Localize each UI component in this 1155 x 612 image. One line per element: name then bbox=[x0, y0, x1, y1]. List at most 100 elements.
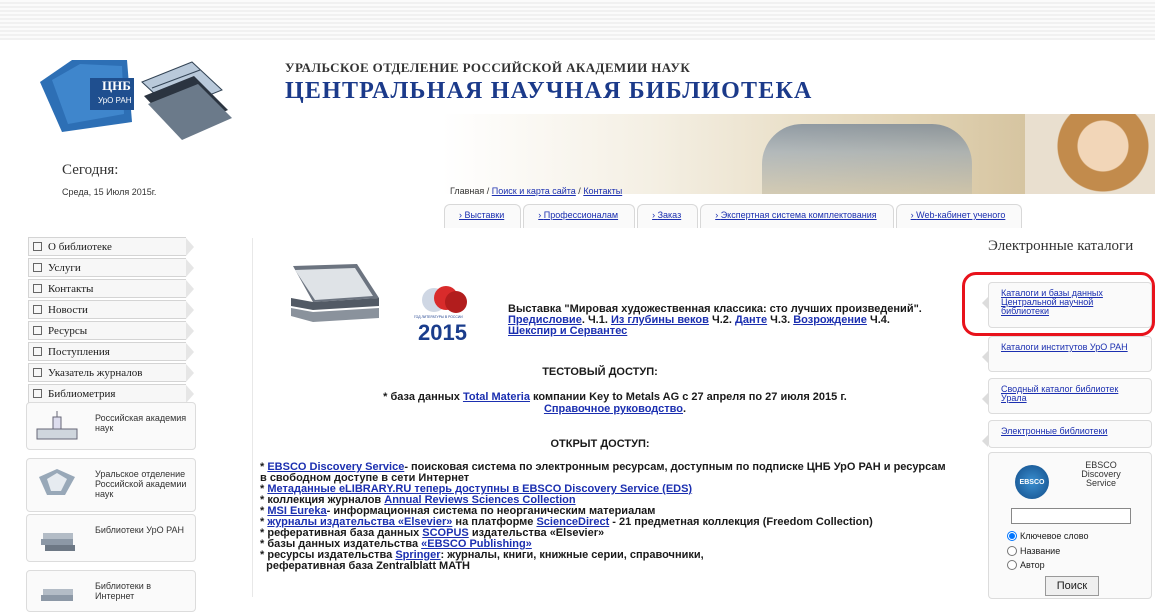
link-label: Электронные библиотеки bbox=[1001, 426, 1108, 436]
bullet-icon bbox=[33, 389, 42, 398]
open-access-title: ОТКРЫТ ДОСТУП: bbox=[550, 438, 650, 450]
link-label: Каталоги институтов УрО РАН bbox=[1001, 342, 1128, 352]
bullet-icon bbox=[33, 326, 42, 335]
year-of-literature-logo[interactable]: ГОД ЛИТЕРАТУРЫ В РОССИИ 2015 bbox=[412, 282, 474, 345]
partner-uro-ras-link[interactable]: Уральское отделение Российской академии … bbox=[26, 458, 196, 512]
tab-label: Экспертная система комплектования bbox=[720, 210, 877, 220]
title-radio[interactable] bbox=[1007, 546, 1017, 556]
tab-order[interactable]: › Заказ bbox=[637, 204, 699, 228]
partner-internet-libraries-link[interactable]: Библиотеки в Интернет bbox=[26, 570, 196, 612]
left-nav: О библиотеке Услуги Контакты Новости Рес… bbox=[28, 237, 194, 405]
today-date: Среда, 15 Июля 2015г. bbox=[62, 187, 157, 197]
nav-label: Новости bbox=[48, 303, 88, 316]
list-item: реферативная база Zentralblatt MATH bbox=[260, 561, 950, 572]
nav-item-about[interactable]: О библиотеке bbox=[28, 237, 194, 256]
test-access-post: компании Key to Metals AG с 27 апреля по… bbox=[533, 391, 847, 403]
test-access-pre: * база данных bbox=[383, 391, 460, 403]
partner-uro-libraries-link[interactable]: Библиотеки УрО РАН bbox=[26, 514, 196, 562]
partner-label: Библиотеки УрО РАН bbox=[95, 525, 184, 535]
site-logo[interactable]: ЦНБ УрО РАН bbox=[32, 52, 252, 144]
exhibition-books-icon bbox=[291, 264, 379, 322]
keyword-radio[interactable] bbox=[1007, 531, 1017, 541]
institutes-catalogs-link[interactable]: Каталоги институтов УрО РАН bbox=[982, 336, 1152, 372]
part2-link[interactable]: Данте bbox=[735, 314, 767, 326]
nav-item-contacts[interactable]: Контакты bbox=[28, 279, 194, 298]
reader-image bbox=[1025, 114, 1155, 194]
part-prefix: Ч.2. bbox=[711, 314, 732, 326]
author-radio[interactable] bbox=[1007, 560, 1017, 570]
nav-label: Библиометрия bbox=[48, 387, 116, 400]
nav-item-news[interactable]: Новости bbox=[28, 300, 194, 319]
guide-link[interactable]: Справочное руководство bbox=[544, 403, 683, 415]
top-nav: › Выставки › Профессионалам › Заказ › Эк… bbox=[444, 204, 1144, 228]
bullet-icon bbox=[33, 347, 42, 356]
ebsco-search-widget: EBSCO EBSCO Discovery Service Ключевое с… bbox=[988, 452, 1152, 599]
library-name: ЦЕНТРАЛЬНАЯ НАУЧНАЯ БИБЛИОТЕКА bbox=[285, 78, 813, 104]
books-icon bbox=[41, 589, 73, 601]
total-materia-link[interactable]: Total Materia bbox=[463, 391, 530, 403]
academy-building-icon bbox=[36, 411, 78, 440]
option-keyword[interactable]: Ключевое слово bbox=[1007, 531, 1088, 541]
electronic-catalogs-heading: Электронные каталоги bbox=[988, 238, 1134, 254]
option-title[interactable]: Название bbox=[1007, 546, 1060, 556]
nav-label: Указатель журналов bbox=[48, 366, 143, 379]
tab-web-cabinet[interactable]: › Web-кабинет ученого bbox=[895, 204, 1023, 228]
svg-text:ЦНБ: ЦНБ bbox=[102, 78, 131, 93]
tab-label: Web-кабинет ученого bbox=[916, 210, 1006, 220]
nav-item-arrivals[interactable]: Поступления bbox=[28, 342, 194, 361]
svg-text:ГОД ЛИТЕРАТУРЫ В РОССИИ: ГОД ЛИТЕРАТУРЫ В РОССИИ bbox=[414, 315, 463, 319]
part4-link[interactable]: Шекспир и Сервантес bbox=[508, 325, 627, 337]
exhibition-announcement: Выставка "Мировая художественная классик… bbox=[508, 303, 922, 337]
tab-label: Профессионалам bbox=[543, 210, 619, 220]
top-band bbox=[0, 0, 1155, 40]
option-label: Ключевое слово bbox=[1020, 531, 1089, 541]
nav-item-bibliometrics[interactable]: Библиометрия bbox=[28, 384, 194, 403]
nav-item-services[interactable]: Услуги bbox=[28, 258, 194, 277]
open-access-list: * EBSCO Discovery Service- поисковая сис… bbox=[260, 462, 950, 572]
list-text: : журналы, книги, книжные серии, справоч… bbox=[440, 549, 704, 561]
nav-label: Ресурсы bbox=[48, 324, 88, 337]
partner-ras-link[interactable]: Российская академия наук bbox=[26, 402, 196, 450]
part3-link[interactable]: Возрождение bbox=[793, 314, 867, 326]
breadcrumb-contacts-link[interactable]: Контакты bbox=[583, 186, 622, 196]
ebsco-logo: EBSCO bbox=[1015, 465, 1049, 499]
bullet-icon bbox=[33, 242, 42, 251]
books-icon bbox=[41, 533, 75, 551]
nav-item-resources[interactable]: Ресурсы bbox=[28, 321, 194, 340]
test-access-title: ТЕСТОВЫЙ ДОСТУП: bbox=[542, 366, 658, 378]
tab-professionals[interactable]: › Профессионалам bbox=[523, 204, 636, 228]
link-label: Сводный каталог библиотек Урала bbox=[1001, 384, 1119, 403]
svg-text:УрО РАН: УрО РАН bbox=[98, 96, 132, 105]
highlight-ring bbox=[962, 272, 1155, 336]
tab-exhibitions[interactable]: › Выставки bbox=[444, 204, 522, 228]
ebsco-search-input[interactable] bbox=[1011, 508, 1131, 524]
part-prefix: Ч.4. bbox=[869, 314, 890, 326]
electronic-libraries-link[interactable]: Электронные библиотеки bbox=[982, 420, 1152, 448]
right-column: Электронные каталоги bbox=[988, 238, 1150, 255]
ural-union-catalog-link[interactable]: Сводный каталог библиотек Урала bbox=[982, 378, 1152, 414]
ebsco-title: EBSCO Discovery Service bbox=[1081, 460, 1121, 488]
search-button[interactable]: Поиск bbox=[1045, 576, 1099, 596]
svg-text:2015: 2015 bbox=[418, 320, 467, 344]
uro-ras-logo-icon bbox=[39, 469, 75, 495]
option-author[interactable]: Автор bbox=[1007, 560, 1045, 570]
nav-label: О библиотеке bbox=[48, 240, 112, 253]
breadcrumb-search-link[interactable]: Поиск и карта сайта bbox=[492, 186, 576, 196]
list-item: * EBSCO Discovery Service- поисковая сис… bbox=[260, 461, 946, 484]
today-label: Сегодня: bbox=[62, 162, 119, 178]
breadcrumb: Главная / Поиск и карта сайта / Контакты bbox=[450, 186, 622, 196]
nav-item-journals-index[interactable]: Указатель журналов bbox=[28, 363, 194, 382]
nav-label: Услуги bbox=[48, 261, 81, 274]
list-text: реферативная база Zentralblatt MATH bbox=[266, 560, 470, 572]
org-name: УРАЛЬСКОЕ ОТДЕЛЕНИЕ РОССИЙСКОЙ АКАДЕМИИ … bbox=[285, 60, 691, 75]
header-banner-image bbox=[442, 114, 1155, 194]
breadcrumb-home[interactable]: Главная bbox=[450, 186, 484, 196]
option-label: Название bbox=[1020, 546, 1061, 556]
list-text: - 21 предметная коллекция (Freedom Colle… bbox=[612, 516, 873, 528]
partner-label: Российская академия наук bbox=[95, 413, 187, 433]
test-access-text: * база данных Total Materia компании Key… bbox=[383, 391, 847, 415]
part-prefix: Ч.3. bbox=[770, 314, 791, 326]
nav-label: Поступления bbox=[48, 345, 110, 358]
bullet-icon bbox=[33, 284, 42, 293]
tab-expert-system[interactable]: › Экспертная система комплектования bbox=[700, 204, 894, 228]
